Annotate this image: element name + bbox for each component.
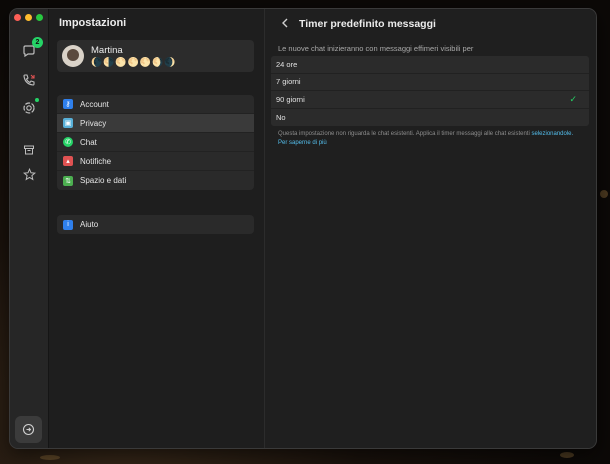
menu-item-storage[interactable]: ⇅ Spazio e dati bbox=[57, 171, 254, 190]
settings-title: Impostazioni bbox=[59, 17, 127, 29]
menu-item-label: Spazio e dati bbox=[80, 176, 127, 185]
timer-option-24h[interactable]: 24 ore bbox=[271, 56, 589, 74]
page-title: Timer predefinito messaggi bbox=[299, 18, 436, 30]
menu-item-notifications[interactable]: ▴ Notifiche bbox=[57, 152, 254, 171]
archived-button[interactable] bbox=[18, 139, 40, 161]
timer-option-7d[interactable]: 7 giorni bbox=[271, 74, 589, 91]
menu-item-label: Chat bbox=[80, 137, 97, 147]
profile-name: Martina bbox=[91, 44, 123, 56]
menu-item-label: Aiuto bbox=[80, 220, 99, 229]
left-rail: 2 bbox=[10, 9, 49, 448]
menu-item-chat[interactable]: ✆ Chat bbox=[57, 133, 254, 152]
menu-item-label: Account bbox=[80, 99, 109, 109]
chevron-left-icon bbox=[282, 18, 288, 28]
option-label: 90 giorni bbox=[276, 94, 305, 104]
checkmark-icon: ✓ bbox=[569, 93, 577, 104]
status-button[interactable] bbox=[18, 97, 40, 119]
timer-footnote: Questa impostazione non riguarda le chat… bbox=[278, 130, 578, 147]
profile-status: 🌘🌗🌕🌕🌕🌖🌒 bbox=[91, 56, 177, 67]
help-menu: i Aiuto bbox=[57, 215, 254, 234]
chats-unread-badge: 2 bbox=[32, 37, 43, 48]
settings-rail-button[interactable] bbox=[15, 416, 42, 443]
back-button[interactable] bbox=[281, 17, 289, 31]
menu-item-privacy[interactable]: ▣ Privacy bbox=[57, 114, 254, 133]
menu-item-label: Notifiche bbox=[80, 156, 112, 166]
settings-menu: ⚷ Account ▣ Privacy ✆ Chat ▴ Notifiche ⇅… bbox=[57, 95, 254, 190]
option-label: 7 giorni bbox=[276, 77, 301, 87]
calls-button[interactable] bbox=[18, 69, 40, 91]
archive-box-icon bbox=[24, 145, 34, 155]
key-icon: ⚷ bbox=[63, 99, 73, 109]
avatar bbox=[62, 45, 84, 67]
profile-card[interactable]: Martina 🌘🌗🌕🌕🌕🌖🌒 bbox=[57, 40, 254, 72]
info-icon: i bbox=[63, 219, 73, 230]
menu-item-account[interactable]: ⚷ Account bbox=[57, 95, 254, 114]
select-chats-link[interactable]: selezionandole. bbox=[531, 131, 573, 137]
chat-icon: ✆ bbox=[63, 137, 73, 147]
menu-item-label: Privacy bbox=[80, 118, 107, 128]
maximize-window-button[interactable] bbox=[36, 14, 43, 21]
starred-button[interactable] bbox=[18, 163, 40, 185]
option-label: No bbox=[276, 112, 286, 122]
menu-item-help[interactable]: i Aiuto bbox=[57, 215, 254, 234]
app-window: 2 Impostazioni Martina 🌘🌗🌕🌕🌕🌖🌒 ⚷ Account… bbox=[9, 8, 597, 449]
detail-header: Timer predefinito messaggi bbox=[265, 9, 596, 39]
bell-icon: ▴ bbox=[63, 156, 73, 166]
timer-option-90d[interactable]: 90 giorni ✓ bbox=[271, 91, 589, 109]
phone-missed-icon bbox=[23, 74, 35, 86]
option-label: 24 ore bbox=[276, 59, 298, 69]
close-window-button[interactable] bbox=[14, 14, 21, 21]
lock-icon: ▣ bbox=[63, 118, 73, 128]
detail-panel: Timer predefinito messaggi Le nuove chat… bbox=[265, 9, 596, 448]
status-ring-icon bbox=[23, 102, 35, 114]
timer-options: 24 ore 7 giorni 90 giorni ✓ No bbox=[271, 56, 589, 126]
settings-circle-icon bbox=[22, 423, 35, 436]
chats-button[interactable]: 2 bbox=[18, 37, 43, 62]
learn-more-link[interactable]: Per saperne di più bbox=[278, 140, 327, 146]
timer-option-off[interactable]: No bbox=[271, 109, 589, 127]
timer-description: Le nuove chat inizieranno con messaggi e… bbox=[278, 44, 474, 53]
storage-icon: ⇅ bbox=[63, 175, 73, 186]
settings-panel: Impostazioni Martina 🌘🌗🌕🌕🌕🌖🌒 ⚷ Account ▣… bbox=[49, 9, 265, 448]
star-icon bbox=[22, 167, 36, 180]
minimize-window-button[interactable] bbox=[25, 14, 32, 21]
status-new-dot bbox=[35, 98, 39, 102]
window-controls bbox=[14, 14, 43, 21]
footnote-text: Questa impostazione non riguarda le chat… bbox=[278, 131, 530, 137]
